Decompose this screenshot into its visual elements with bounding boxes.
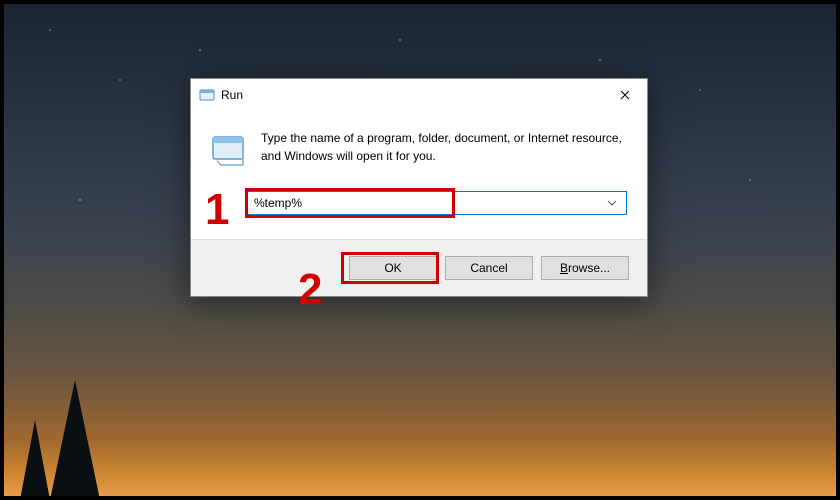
ok-button[interactable]: OK: [349, 256, 437, 280]
instruction-text: Type the name of a program, folder, docu…: [261, 129, 627, 167]
dialog-footer: OK Cancel Browse...: [191, 239, 647, 296]
cancel-button[interactable]: Cancel: [445, 256, 533, 280]
chevron-down-icon: [607, 198, 617, 209]
titlebar: Run: [191, 79, 647, 111]
open-combobox[interactable]: [247, 191, 627, 215]
browse-accelerator: B: [560, 261, 568, 275]
close-icon: [620, 87, 630, 103]
open-input[interactable]: [248, 193, 602, 213]
run-window-icon: [199, 87, 215, 103]
run-program-icon: [211, 131, 247, 167]
dialog-body: Type the name of a program, folder, docu…: [191, 111, 647, 191]
combobox-dropdown-button[interactable]: [602, 198, 622, 209]
input-row: [191, 191, 647, 239]
close-button[interactable]: [602, 79, 647, 111]
browse-rest: rowse...: [568, 261, 610, 275]
window-title: Run: [221, 88, 602, 102]
desktop-tree-silhouette: [50, 380, 100, 500]
desktop-tree-silhouette-small: [20, 420, 50, 500]
browse-button[interactable]: Browse...: [541, 256, 629, 280]
run-dialog: Run Type the name of a program, folder, …: [190, 78, 648, 297]
